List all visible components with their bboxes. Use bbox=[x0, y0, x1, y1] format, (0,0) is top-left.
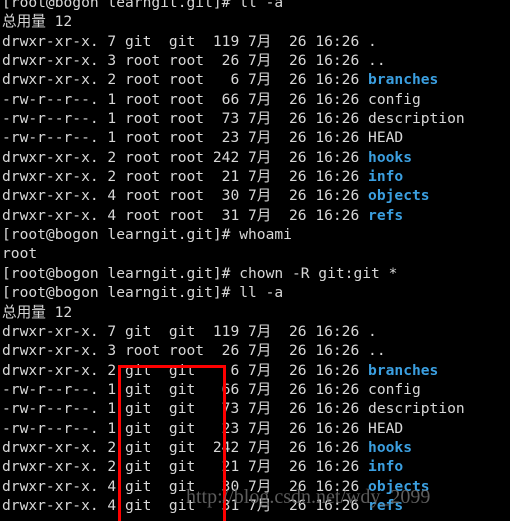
directory-name: refs bbox=[368, 496, 404, 514]
directory-name: branches bbox=[368, 361, 439, 379]
terminal-line: drwxr-xr-x. 2 root root 6 7月 26 16:26 br… bbox=[2, 70, 465, 89]
terminal-line: drwxr-xr-x. 7 git git 119 7月 26 16:26 . bbox=[2, 322, 465, 341]
terminal-line: [root@bogon learngit.git]# whoami bbox=[2, 225, 465, 244]
terminal-line: -rw-r--r--. 1 root root 23 7月 26 16:26 H… bbox=[2, 128, 465, 147]
directory-name: branches bbox=[368, 71, 439, 89]
directory-name: objects bbox=[368, 477, 430, 495]
directory-name: hooks bbox=[368, 148, 412, 166]
terminal-text: 总用量 12 bbox=[2, 303, 73, 321]
terminal-line: drwxr-xr-x. 4 git git 30 7月 26 16:26 obj… bbox=[2, 477, 465, 496]
terminal-line: -rw-r--r--. 1 git git 73 7月 26 16:26 des… bbox=[2, 399, 465, 418]
terminal-line: 总用量 12 bbox=[2, 12, 465, 31]
shell-prompt-line: [root@bogon learngit.git]# ll -a bbox=[2, 0, 284, 11]
terminal-line: drwxr-xr-x. 4 git git 31 7月 26 16:26 ref… bbox=[2, 496, 465, 515]
terminal-line: -rw-r--r--. 1 git git 66 7月 26 16:26 con… bbox=[2, 380, 465, 399]
terminal-line: drwxr-xr-x. 2 git git 242 7月 26 16:26 ho… bbox=[2, 438, 465, 457]
terminal-text: drwxr-xr-x. 3 root root 26 7月 26 16:26 .… bbox=[2, 52, 386, 70]
terminal-text: drwxr-xr-x. 2 root root 6 7月 26 16:26 bbox=[2, 71, 369, 89]
directory-name: info bbox=[368, 458, 404, 476]
terminal-line: [root@bogon learngit.git]# chown -R git:… bbox=[2, 264, 465, 283]
terminal-line: drwxr-xr-x. 2 git git 6 7月 26 16:26 bran… bbox=[2, 361, 465, 380]
terminal-text: drwxr-xr-x. 2 root root 21 7月 26 16:26 bbox=[2, 168, 369, 186]
shell-prompt-line: [root@bogon learngit.git]# ll -a bbox=[2, 284, 284, 302]
directory-name: refs bbox=[368, 206, 404, 224]
terminal-text: -rw-r--r--. 1 git git 23 7月 26 16:26 HEA… bbox=[2, 419, 404, 437]
terminal-line: drwxr-xr-x. 7 git git 119 7月 26 16:26 . bbox=[2, 32, 465, 51]
terminal-window[interactable]: [root@bogon learngit.git]# ll -a 总用量 12 dr… bbox=[0, 0, 510, 521]
directory-name: info bbox=[368, 168, 404, 186]
terminal-line: root bbox=[2, 244, 465, 263]
directory-name: objects bbox=[368, 187, 430, 205]
terminal-line: [root@bogon learngit.git]# ll -a bbox=[2, 283, 465, 302]
terminal-text: -rw-r--r--. 1 git git 73 7月 26 16:26 des… bbox=[2, 400, 465, 418]
terminal-text: drwxr-xr-x. 3 root root 26 7月 26 16:26 .… bbox=[2, 342, 386, 360]
terminal-line: -rw-r--r--. 1 root root 73 7月 26 16:26 d… bbox=[2, 109, 465, 128]
terminal-text: drwxr-xr-x. 2 root root 242 7月 26 16:26 bbox=[2, 148, 369, 166]
terminal-line: -rw-r--r--. 1 root root 66 7月 26 16:26 c… bbox=[2, 90, 465, 109]
terminal-text: drwxr-xr-x. 7 git git 119 7月 26 16:26 . bbox=[2, 322, 377, 340]
terminal-text: 总用量 12 bbox=[2, 13, 73, 31]
terminal-text: drwxr-xr-x. 4 git git 31 7月 26 16:26 bbox=[2, 496, 369, 514]
terminal-line: drwxr-xr-x. 2 root root 21 7月 26 16:26 i… bbox=[2, 167, 465, 186]
terminal-text: -rw-r--r--. 1 git git 66 7月 26 16:26 con… bbox=[2, 380, 421, 398]
terminal-text: drwxr-xr-x. 4 root root 30 7月 26 16:26 bbox=[2, 187, 369, 205]
directory-name: hooks bbox=[368, 438, 412, 456]
terminal-text: -rw-r--r--. 1 root root 73 7月 26 16:26 d… bbox=[2, 110, 465, 128]
terminal-text: drwxr-xr-x. 2 git git 6 7月 26 16:26 bbox=[2, 361, 369, 379]
terminal-line: drwxr-xr-x. 3 root root 26 7月 26 16:26 .… bbox=[2, 341, 465, 360]
terminal-line: drwxr-xr-x. 2 root root 242 7月 26 16:26 … bbox=[2, 148, 465, 167]
terminal-line: drwxr-xr-x. 4 root root 30 7月 26 16:26 o… bbox=[2, 186, 465, 205]
terminal-text: drwxr-xr-x. 4 root root 31 7月 26 16:26 bbox=[2, 206, 369, 224]
terminal-text: drwxr-xr-x. 2 git git 21 7月 26 16:26 bbox=[2, 458, 369, 476]
terminal-line: [root@bogon learngit.git]# ll -a bbox=[2, 0, 465, 12]
terminal-line: -rw-r--r--. 1 git git 23 7月 26 16:26 HEA… bbox=[2, 419, 465, 438]
terminal-output[interactable]: [root@bogon learngit.git]# ll -a 总用量 12 dr… bbox=[2, 0, 465, 515]
shell-prompt-line: [root@bogon learngit.git]# chown -R git:… bbox=[2, 264, 398, 282]
terminal-text: root bbox=[2, 245, 38, 263]
terminal-text: drwxr-xr-x. 4 git git 30 7月 26 16:26 bbox=[2, 477, 369, 495]
terminal-line: drwxr-xr-x. 2 git git 21 7月 26 16:26 inf… bbox=[2, 457, 465, 476]
shell-prompt-line: [root@bogon learngit.git]# whoami bbox=[2, 226, 292, 244]
terminal-text: -rw-r--r--. 1 root root 66 7月 26 16:26 c… bbox=[2, 90, 421, 108]
terminal-text: drwxr-xr-x. 7 git git 119 7月 26 16:26 . bbox=[2, 32, 377, 50]
terminal-text: -rw-r--r--. 1 root root 23 7月 26 16:26 H… bbox=[2, 129, 404, 147]
terminal-line: 总用量 12 bbox=[2, 303, 465, 322]
terminal-line: drwxr-xr-x. 4 root root 31 7月 26 16:26 r… bbox=[2, 206, 465, 225]
terminal-line: drwxr-xr-x. 3 root root 26 7月 26 16:26 .… bbox=[2, 51, 465, 70]
terminal-text: drwxr-xr-x. 2 git git 242 7月 26 16:26 bbox=[2, 438, 369, 456]
